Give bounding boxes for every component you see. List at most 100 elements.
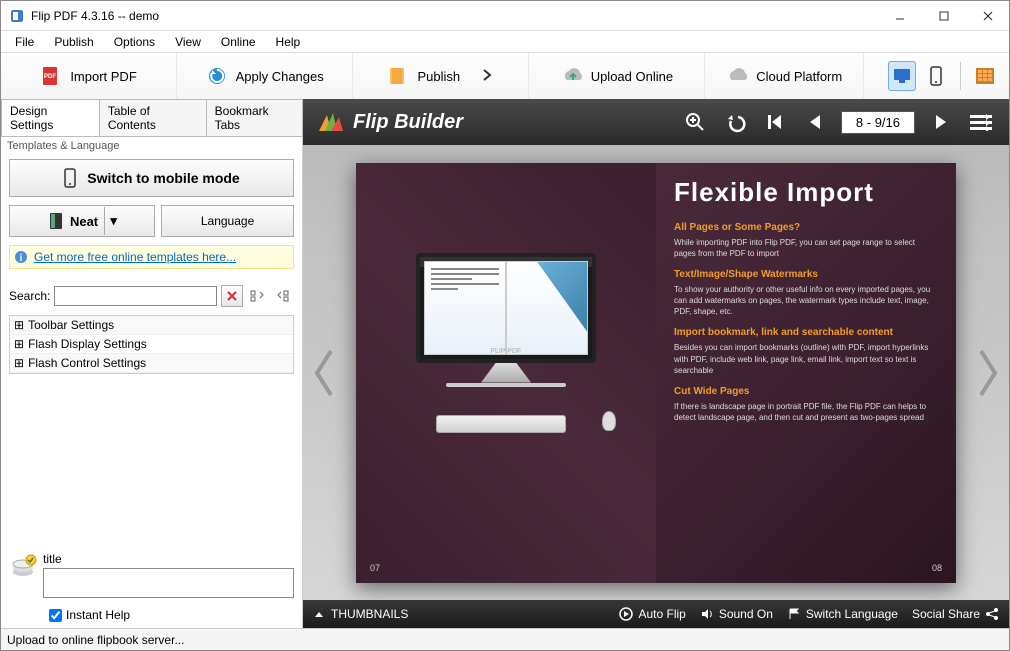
auto-flip-button[interactable]: Auto Flip xyxy=(619,607,685,621)
import-pdf-button[interactable]: PDF Import PDF xyxy=(1,53,177,99)
clear-search-button[interactable] xyxy=(221,285,243,307)
flag-icon xyxy=(787,607,801,621)
mobile-icon xyxy=(63,168,77,188)
pdf-icon: PDF xyxy=(40,65,62,87)
menu-help[interactable]: Help xyxy=(268,33,309,51)
collapse-all-button[interactable] xyxy=(272,285,294,307)
instant-help-checkbox[interactable] xyxy=(49,609,62,622)
apply-changes-label: Apply Changes xyxy=(236,69,324,84)
first-page-icon xyxy=(765,112,785,132)
section-text: If there is landscape page in portrait P… xyxy=(674,401,938,423)
chevron-up-icon xyxy=(313,608,325,620)
more-templates-bar: i Get more free online templates here... xyxy=(9,245,294,269)
maximize-button[interactable] xyxy=(931,6,957,26)
menu-file[interactable]: File xyxy=(7,33,42,51)
social-share-label: Social Share xyxy=(912,607,980,621)
flipbook-toolbar: Flip Builder 8 - 9/16 xyxy=(303,99,1009,145)
more-templates-link[interactable]: Get more free online templates here... xyxy=(34,250,236,264)
switch-language-button[interactable]: Switch Language xyxy=(787,607,898,621)
page-indicator[interactable]: 8 - 9/16 xyxy=(841,111,915,134)
tab-design-settings[interactable]: Design Settings xyxy=(1,99,100,136)
cloud-icon xyxy=(726,65,748,87)
keyboard-graphic xyxy=(436,415,566,433)
language-button[interactable]: Language xyxy=(161,205,294,237)
book-area: FLIP PDF 07 Flexible Import All Pages or… xyxy=(303,145,1009,600)
cloud-platform-button[interactable]: Cloud Platform xyxy=(705,53,864,99)
right-page-number: 08 xyxy=(932,563,942,573)
main-toolbar: PDF Import PDF Apply Changes Publish Upl… xyxy=(1,53,1009,99)
menu-view[interactable]: View xyxy=(167,33,209,51)
tree-toolbar-settings[interactable]: ⊞Toolbar Settings xyxy=(10,316,293,335)
menu-online[interactable]: Online xyxy=(213,33,264,51)
upload-online-button[interactable]: Upload Online xyxy=(529,53,705,99)
book-right-page: Flexible Import All Pages or Some Pages?… xyxy=(656,163,956,583)
tree-flash-control[interactable]: ⊞Flash Control Settings xyxy=(10,354,293,373)
section-heading: All Pages or Some Pages? xyxy=(674,222,938,233)
status-text: Upload to online flipbook server... xyxy=(7,633,184,647)
tab-table-of-contents[interactable]: Table of Contents xyxy=(99,99,207,136)
section-heading: Cut Wide Pages xyxy=(674,386,938,397)
next-page-button[interactable] xyxy=(927,108,955,136)
apply-changes-button[interactable]: Apply Changes xyxy=(177,53,353,99)
tree-label: Flash Display Settings xyxy=(28,337,147,351)
settings-tree: ⊞Toolbar Settings ⊞ Flash Display Setting… xyxy=(9,315,294,374)
grid-view-button[interactable] xyxy=(971,61,999,91)
titlebar: Flip PDF 4.3.16 -- demo xyxy=(1,1,1009,31)
share-icon xyxy=(985,607,999,621)
svg-text:i: i xyxy=(20,253,23,264)
plus-icon: ⊞ xyxy=(14,356,24,370)
title-textarea[interactable] xyxy=(43,568,294,598)
first-page-button[interactable] xyxy=(761,108,789,136)
publish-button[interactable]: Publish xyxy=(353,53,529,99)
upload-online-label: Upload Online xyxy=(591,69,673,84)
mouse-graphic xyxy=(602,411,616,431)
desktop-icon xyxy=(892,67,912,85)
desktop-view-button[interactable] xyxy=(888,61,916,91)
left-tabs: Design Settings Table of Contents Bookma… xyxy=(1,99,302,137)
window-title: Flip PDF 4.3.16 -- demo xyxy=(31,9,887,23)
menu-button[interactable] xyxy=(967,108,995,136)
tree-flash-display[interactable]: ⊞ Flash Display Settings xyxy=(10,335,293,354)
book-next-arrow[interactable] xyxy=(975,343,1003,403)
mobile-view-button[interactable] xyxy=(922,61,950,91)
tab-bookmark-tabs[interactable]: Bookmark Tabs xyxy=(206,99,303,136)
mobile-icon xyxy=(929,66,943,86)
sound-icon xyxy=(700,607,714,621)
switch-mobile-label: Switch to mobile mode xyxy=(87,170,239,186)
thumbnails-button[interactable]: THUMBNAILS xyxy=(313,607,605,621)
theme-selector[interactable]: Neat ▾ xyxy=(9,205,155,237)
templates-language-label: Templates & Language xyxy=(1,137,302,155)
sound-label: Sound On xyxy=(719,607,773,621)
section-text: Besides you can import bookmarks (outlin… xyxy=(674,342,938,376)
auto-flip-label: Auto Flip xyxy=(638,607,685,621)
sound-button[interactable]: Sound On xyxy=(700,607,773,621)
grid-icon xyxy=(976,68,994,84)
chevron-down-icon: ▾ xyxy=(104,207,122,235)
title-field-label: title xyxy=(43,552,294,566)
minimize-button[interactable] xyxy=(887,6,913,26)
prev-page-button[interactable] xyxy=(801,108,829,136)
import-pdf-label: Import PDF xyxy=(70,69,136,84)
menu-options[interactable]: Options xyxy=(106,33,163,51)
prev-icon xyxy=(806,112,824,132)
menu-publish[interactable]: Publish xyxy=(46,33,101,51)
plus-icon: ⊞ xyxy=(14,318,24,332)
left-page-number: 07 xyxy=(370,563,380,573)
search-input[interactable] xyxy=(54,286,217,306)
flipbook-bottom-bar: THUMBNAILS Auto Flip Sound On Switch Lan… xyxy=(303,600,1009,628)
flipbook[interactable]: FLIP PDF 07 Flexible Import All Pages or… xyxy=(356,163,956,583)
close-button[interactable] xyxy=(975,6,1001,26)
property-icon xyxy=(9,552,37,592)
section-heading: Text/Image/Shape Watermarks xyxy=(674,269,938,280)
cloud-platform-label: Cloud Platform xyxy=(756,69,842,84)
plus-icon: ⊞ xyxy=(14,337,24,351)
switch-mobile-button[interactable]: Switch to mobile mode xyxy=(9,159,294,197)
book-prev-arrow[interactable] xyxy=(309,343,337,403)
flipbuilder-brand: Flip Builder xyxy=(353,111,463,134)
undo-button[interactable] xyxy=(721,108,749,136)
zoom-in-button[interactable] xyxy=(681,108,709,136)
expand-all-button[interactable] xyxy=(247,285,269,307)
switch-lang-label: Switch Language xyxy=(806,607,898,621)
social-share-button[interactable]: Social Share xyxy=(912,607,999,621)
undo-icon xyxy=(724,111,746,133)
